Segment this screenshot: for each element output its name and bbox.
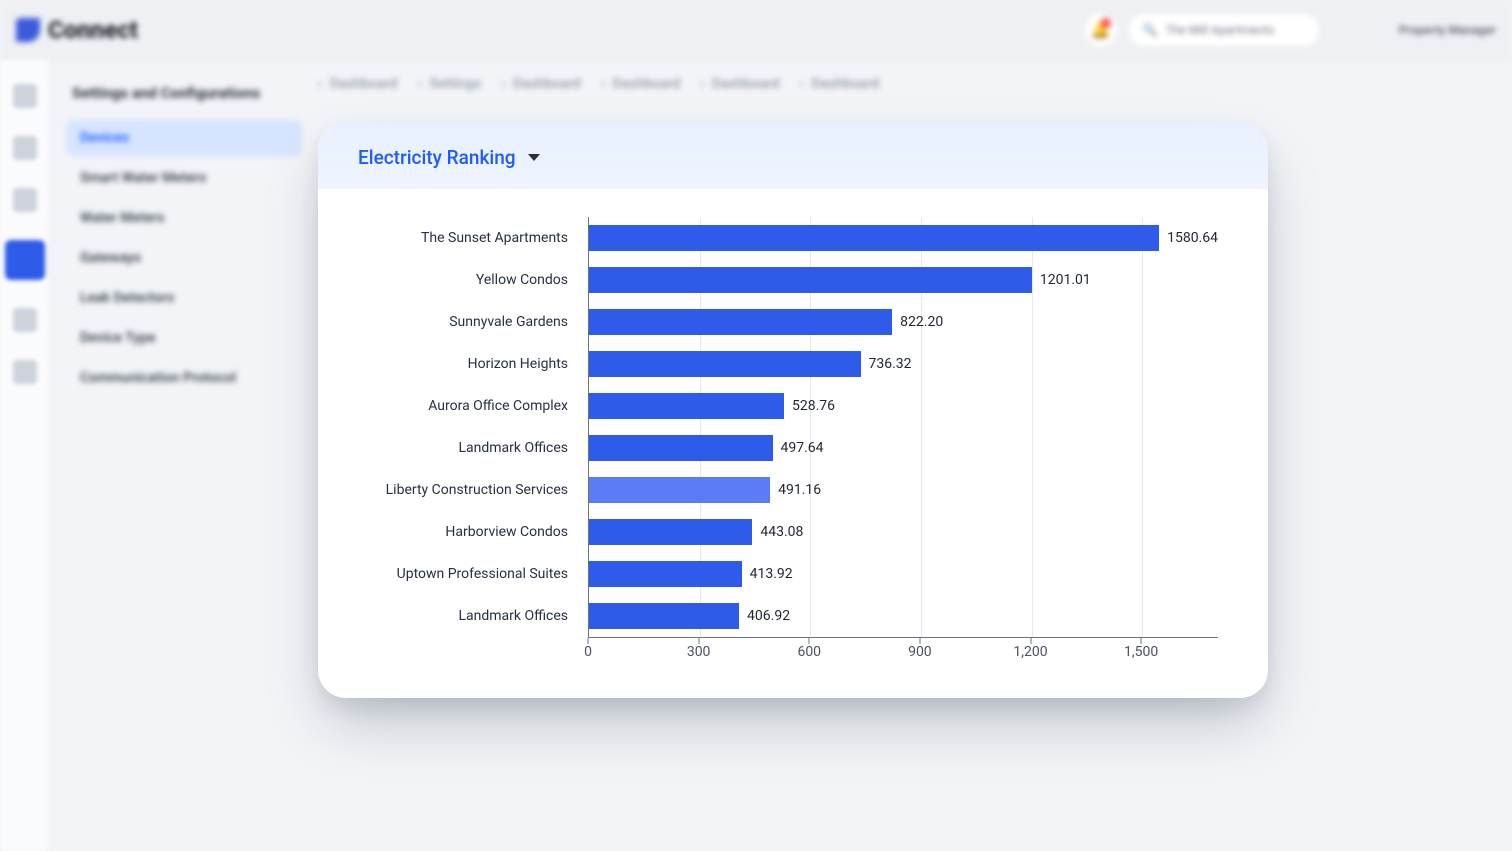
nav-rail-item[interactable] — [13, 84, 37, 108]
bar[interactable] — [589, 393, 784, 419]
y-axis-label: Liberty Construction Services — [368, 469, 588, 511]
sidebar-item[interactable]: Leak Detectors — [66, 280, 302, 316]
chevron-down-icon — [528, 154, 540, 161]
notifications-button[interactable]: 🔔 — [1085, 14, 1117, 46]
y-axis-label: Yellow Condos — [368, 259, 588, 301]
bar-value-label: 1201.01 — [1040, 272, 1091, 288]
sidebar-item[interactable]: Water Meters — [66, 200, 302, 236]
breadcrumb-item[interactable]: Dashboard — [601, 76, 680, 92]
breadcrumb-item[interactable]: Dashboard — [800, 76, 879, 92]
bar-value-label: 406.92 — [747, 608, 790, 624]
property-selector-label: The Mill Apartments — [1166, 23, 1274, 37]
breadcrumb: Dashboard Settings Dashboard Dashboard Dashb… — [310, 76, 1472, 92]
breadcrumb-item[interactable]: Dashboard — [501, 76, 580, 92]
y-axis-label: Horizon Heights — [368, 343, 588, 385]
nav-rail-item[interactable] — [13, 308, 37, 332]
x-axis-tick: 1,200 — [1013, 644, 1047, 660]
sidebar-item[interactable]: Communication Protocol — [66, 360, 302, 396]
notification-badge — [1101, 18, 1111, 28]
x-axis-tick: 1,500 — [1124, 644, 1158, 660]
x-axis-tick: 900 — [908, 644, 932, 660]
chart: The Sunset ApartmentsYellow CondosSunnyv… — [318, 189, 1268, 698]
sidebar-item[interactable]: Gateways — [66, 240, 302, 276]
x-axis-tick: 0 — [584, 644, 592, 660]
y-axis-label: Uptown Professional Suites — [368, 553, 588, 595]
y-axis-label: Harborview Condos — [368, 511, 588, 553]
bar-value-label: 413.92 — [750, 566, 793, 582]
bar-row: 413.92 — [589, 553, 1218, 595]
property-selector[interactable]: 🔍 The Mill Apartments — [1129, 14, 1319, 46]
electricity-ranking-card: Electricity Ranking The Sunset Apartment… — [318, 122, 1268, 698]
settings-sidebar: Settings and Configurations Devices Smart… — [50, 60, 310, 851]
y-axis-label: Aurora Office Complex — [368, 385, 588, 427]
bar[interactable] — [589, 561, 742, 587]
bar-value-label: 497.64 — [781, 440, 824, 456]
brand[interactable]: Connect — [16, 16, 138, 44]
ranking-dropdown[interactable]: Electricity Ranking — [358, 146, 540, 169]
x-axis-tick: 600 — [797, 644, 821, 660]
bar-value-label: 528.76 — [792, 398, 835, 414]
bar-row: 822.20 — [589, 301, 1218, 343]
nav-rail-item[interactable] — [13, 188, 37, 212]
brand-name: Connect — [48, 16, 138, 44]
sidebar-item[interactable]: Device Type — [66, 320, 302, 356]
bar[interactable] — [589, 603, 739, 629]
bar-value-label: 1580.64 — [1167, 230, 1218, 246]
bar[interactable] — [589, 351, 861, 377]
main-content: Dashboard Settings Dashboard Dashboard Dashb… — [310, 60, 1512, 851]
breadcrumb-item[interactable]: Dashboard — [700, 76, 779, 92]
sidebar-title: Settings and Configurations — [66, 84, 302, 102]
search-icon: 🔍 — [1143, 23, 1158, 37]
bar-row: 1580.64 — [589, 217, 1218, 259]
top-bar: Connect 🔔 🔍 The Mill Apartments Property… — [0, 0, 1512, 60]
y-axis-label: Sunnyvale Gardens — [368, 301, 588, 343]
y-axis-label: Landmark Offices — [368, 427, 588, 469]
bar-value-label: 443.08 — [760, 524, 803, 540]
card-header: Electricity Ranking — [318, 122, 1268, 189]
bar[interactable] — [589, 267, 1032, 293]
bar[interactable] — [589, 477, 770, 503]
bar-row: 736.32 — [589, 343, 1218, 385]
nav-rail-item-active[interactable] — [5, 240, 45, 280]
bar-row: 528.76 — [589, 385, 1218, 427]
bar[interactable] — [589, 225, 1159, 251]
bar-value-label: 822.20 — [900, 314, 943, 330]
y-axis-label: The Sunset Apartments — [368, 217, 588, 259]
sidebar-item[interactable]: Devices — [66, 120, 302, 156]
bar-row: 497.64 — [589, 427, 1218, 469]
bar-row: 491.16 — [589, 469, 1218, 511]
brand-logo-icon — [16, 18, 40, 42]
breadcrumb-item[interactable]: Settings — [417, 76, 481, 92]
nav-rail — [0, 60, 50, 851]
bar-row: 1201.01 — [589, 259, 1218, 301]
bar-row: 443.08 — [589, 511, 1218, 553]
bar-value-label: 491.16 — [778, 482, 821, 498]
bar-row: 406.92 — [589, 595, 1218, 637]
card-title-text: Electricity Ranking — [358, 146, 516, 169]
user-role-label: Property Manager — [1399, 23, 1496, 37]
bar[interactable] — [589, 519, 752, 545]
bar-value-label: 736.32 — [869, 356, 912, 372]
y-axis-label: Landmark Offices — [368, 595, 588, 637]
breadcrumb-item[interactable]: Dashboard — [318, 76, 397, 92]
nav-rail-item[interactable] — [13, 136, 37, 160]
nav-rail-item[interactable] — [13, 360, 37, 384]
sidebar-item[interactable]: Smart Water Meters — [66, 160, 302, 196]
bar[interactable] — [589, 435, 773, 461]
bar[interactable] — [589, 309, 892, 335]
x-axis-tick: 300 — [687, 644, 711, 660]
